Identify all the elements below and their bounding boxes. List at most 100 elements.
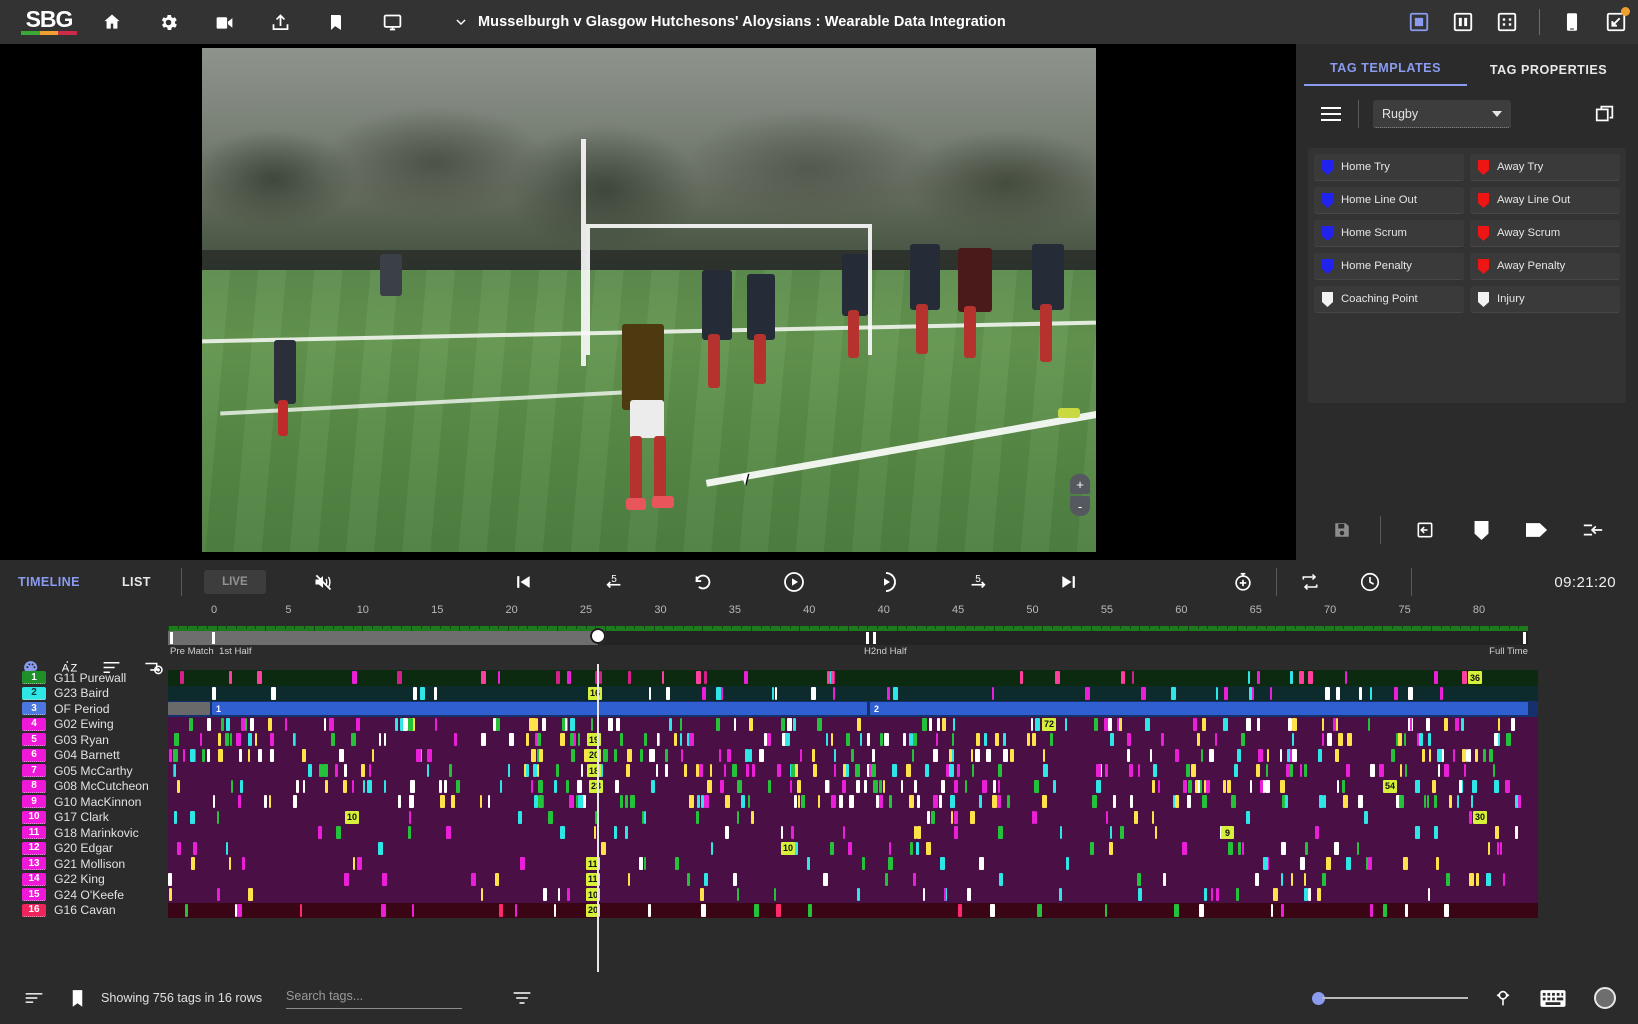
- timeline-tag-label[interactable]: 36: [1468, 671, 1482, 684]
- timeline-tag[interactable]: [190, 811, 195, 824]
- timeline-tag[interactable]: [1010, 749, 1014, 762]
- timeline-tag[interactable]: [434, 687, 437, 700]
- timeline-tag[interactable]: [888, 857, 893, 870]
- timeline-tag[interactable]: [1186, 764, 1190, 777]
- timeline-tag[interactable]: [710, 764, 712, 777]
- timeline-tag[interactable]: [567, 888, 570, 901]
- timeline-tag[interactable]: [1343, 795, 1348, 808]
- back-5-icon[interactable]: 5: [602, 571, 626, 593]
- timeline-tag[interactable]: [834, 764, 836, 777]
- timeline-tag[interactable]: [995, 733, 999, 746]
- timeline-tag[interactable]: [696, 671, 701, 684]
- timeline-tag[interactable]: [526, 733, 529, 746]
- step-back-icon[interactable]: [692, 571, 714, 593]
- timeline-tag[interactable]: [752, 764, 755, 777]
- timeline-tag[interactable]: [1370, 687, 1372, 700]
- timeline-tag[interactable]: [716, 687, 721, 700]
- timeline-tag[interactable]: [767, 733, 771, 746]
- timeline-tag[interactable]: [1486, 873, 1491, 886]
- timeline-tag-label[interactable]: 10: [781, 842, 795, 855]
- timeline-tag[interactable]: [862, 857, 865, 870]
- timeline-tag[interactable]: [1223, 718, 1228, 731]
- timeline-tag[interactable]: [1129, 764, 1133, 777]
- timeline-tag[interactable]: [495, 873, 499, 886]
- timeline-tag[interactable]: [300, 904, 302, 917]
- timeline-tag[interactable]: [1094, 718, 1098, 731]
- timeline-tag[interactable]: [1345, 671, 1347, 684]
- timeline-tag[interactable]: [1281, 904, 1284, 917]
- monitor-icon[interactable]: [364, 0, 420, 44]
- timeline-tag[interactable]: [577, 780, 582, 793]
- sbg-logo[interactable]: SBG: [14, 9, 84, 35]
- timeline-tag[interactable]: [749, 718, 753, 731]
- timeline-tag[interactable]: [825, 780, 829, 793]
- layout-split-icon[interactable]: [1441, 0, 1485, 44]
- mute-icon[interactable]: [312, 572, 334, 592]
- timeline-tag[interactable]: [842, 780, 846, 793]
- timeline-tag[interactable]: [950, 795, 955, 808]
- timeline-tag[interactable]: [797, 780, 801, 793]
- timeline-tag[interactable]: [1483, 749, 1486, 762]
- timeline-tag[interactable]: [965, 780, 967, 793]
- timeline-tag[interactable]: [248, 888, 253, 901]
- timeline-tag[interactable]: [940, 857, 945, 870]
- timeline-tag[interactable]: [325, 780, 328, 793]
- timeline-tag[interactable]: [1215, 733, 1217, 746]
- timeline-tag[interactable]: [1286, 764, 1290, 777]
- timeline-tag[interactable]: [1359, 687, 1362, 700]
- timeline-tag[interactable]: [798, 795, 800, 808]
- timeline-tag[interactable]: [1110, 733, 1114, 746]
- timeline-tag[interactable]: [1043, 764, 1048, 777]
- playhead[interactable]: [597, 664, 599, 972]
- row-label-8[interactable]: 8G08 McCutcheon: [0, 779, 168, 795]
- timeline-tag[interactable]: [1419, 733, 1423, 746]
- timeline-tag[interactable]: [529, 718, 533, 731]
- timeline-tag[interactable]: [843, 826, 845, 839]
- timeline-tag[interactable]: [1109, 842, 1113, 855]
- timeline-tag[interactable]: [499, 904, 503, 917]
- timeline-tag[interactable]: [628, 671, 631, 684]
- timeline-tag[interactable]: [1428, 733, 1431, 746]
- timeline-tag[interactable]: [1417, 733, 1419, 746]
- timeline-tag[interactable]: [616, 718, 620, 731]
- timeline-tag[interactable]: [1173, 795, 1175, 808]
- timeline-tag[interactable]: [1300, 764, 1302, 777]
- timeline-tag[interactable]: [1153, 764, 1157, 777]
- timeline-tag[interactable]: [1370, 764, 1375, 777]
- timeline-tag[interactable]: [817, 718, 822, 731]
- timeline-tag[interactable]: [1182, 842, 1187, 855]
- timeline-tag[interactable]: [700, 888, 704, 901]
- timeline-tag-label[interactable]: 54: [1383, 780, 1397, 793]
- timeline-tag[interactable]: [352, 780, 354, 793]
- timeline-lane[interactable]: 12: [168, 701, 1538, 717]
- timeline-lane[interactable]: 11: [168, 856, 1538, 872]
- timeline-tag[interactable]: [1326, 857, 1331, 870]
- timeline-tag[interactable]: [906, 764, 911, 777]
- timeline-tag[interactable]: [702, 687, 706, 700]
- duplicate-icon[interactable]: [1588, 103, 1622, 125]
- scrubber-handle[interactable]: [590, 628, 606, 644]
- timeline-tag[interactable]: [548, 811, 553, 824]
- timeline-tag[interactable]: [1290, 764, 1293, 777]
- timeline-tag[interactable]: [1209, 749, 1214, 762]
- timeline-tag[interactable]: [202, 749, 205, 762]
- timeline-tag[interactable]: [1280, 749, 1282, 762]
- timeline-tag[interactable]: [200, 733, 202, 746]
- timeline-tag[interactable]: [790, 780, 792, 793]
- timeline-lane[interactable]: 1030: [168, 810, 1538, 826]
- timeline-tag[interactable]: [917, 795, 920, 808]
- zoom-in-button[interactable]: +: [1070, 474, 1090, 494]
- timeline-tag[interactable]: [398, 795, 401, 808]
- timeline-tag[interactable]: [1035, 718, 1040, 731]
- merge-icon[interactable]: [1565, 512, 1621, 548]
- timeline-tag[interactable]: [570, 733, 574, 746]
- timeline-tag[interactable]: [1106, 811, 1108, 824]
- timeline-tag[interactable]: [217, 888, 220, 901]
- timeline-tag[interactable]: [581, 764, 583, 777]
- timeline-tag[interactable]: [1138, 888, 1142, 901]
- timeline-tag[interactable]: [949, 764, 954, 777]
- timeline-tag[interactable]: [174, 764, 176, 777]
- layout-single-icon[interactable]: [1397, 0, 1441, 44]
- timeline-tag[interactable]: [439, 780, 442, 793]
- timeline-tag[interactable]: [1290, 749, 1292, 762]
